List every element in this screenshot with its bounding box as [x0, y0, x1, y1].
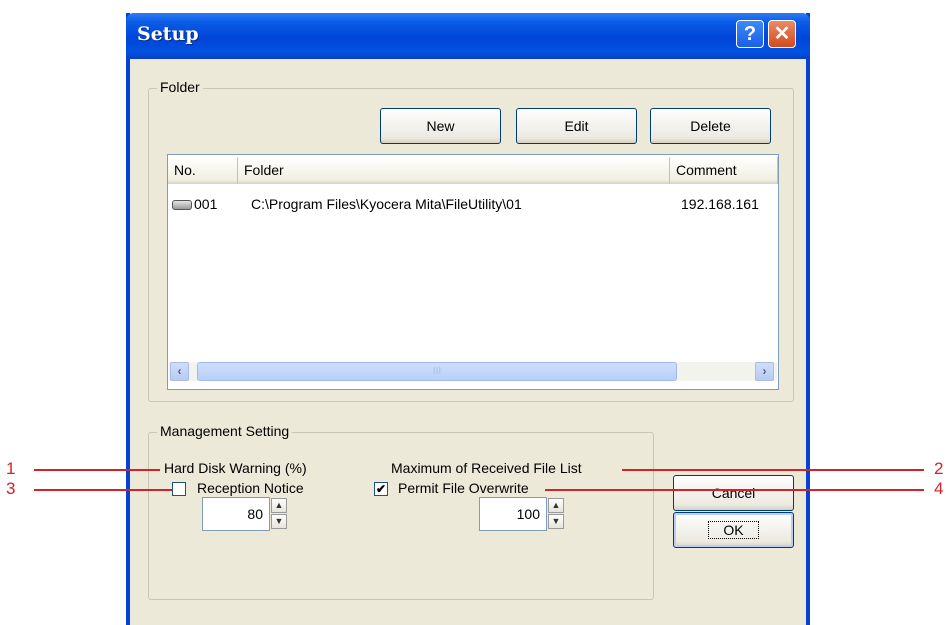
max-received-list-field[interactable]: 100 [479, 497, 547, 531]
edit-button[interactable]: Edit [516, 108, 637, 144]
ok-button[interactable]: OK [673, 512, 794, 548]
hard-disk-warning-up-button[interactable]: ▲ [271, 498, 287, 513]
max-received-list-up-button[interactable]: ▲ [548, 498, 564, 513]
callout-line-3 [34, 489, 172, 491]
hard-disk-warning-label: Hard Disk Warning (%) [164, 460, 307, 476]
callout-number-2: 2 [934, 459, 944, 478]
help-button[interactable]: ? [736, 20, 764, 48]
spin-down-icon: ▼ [551, 516, 561, 526]
max-received-list-label: Maximum of Received File List [391, 460, 582, 476]
max-received-list-down-button[interactable]: ▼ [548, 514, 564, 529]
grip-icon: III [432, 366, 442, 377]
callout-line-4 [545, 489, 924, 491]
row-folder: C:\Program Files\Kyocera Mita\FileUtilit… [251, 196, 522, 212]
reception-notice-checkbox[interactable] [172, 482, 186, 496]
chevron-right-icon: › [762, 364, 767, 378]
column-header-comment[interactable]: Comment [670, 157, 778, 184]
permit-overwrite-label: Permit File Overwrite [398, 480, 529, 496]
folder-list[interactable] [167, 154, 779, 390]
callout-line-1 [34, 469, 160, 471]
drive-icon [172, 200, 192, 210]
callout-number-1: 1 [6, 459, 16, 478]
spin-down-icon: ▼ [274, 516, 284, 526]
column-header-no[interactable]: No. [168, 157, 238, 184]
permit-overwrite-checkbox[interactable]: ✔ [374, 482, 388, 496]
scroll-thumb[interactable]: III [197, 362, 677, 381]
spin-up-icon: ▲ [274, 500, 284, 510]
spin-up-icon: ▲ [551, 500, 561, 510]
row-comment: 192.168.161 [681, 196, 759, 212]
checkmark-icon: ✔ [375, 482, 387, 496]
hard-disk-warning-field[interactable]: 80 [202, 497, 270, 531]
ok-button-label: OK [708, 521, 759, 539]
reception-notice-label: Reception Notice [197, 480, 304, 496]
management-group-legend: Management Setting [157, 423, 293, 439]
callout-number-4: 4 [934, 479, 944, 498]
scroll-left-button[interactable]: ‹ [170, 362, 189, 381]
delete-button[interactable]: Delete [650, 108, 771, 144]
hard-disk-warning-down-button[interactable]: ▼ [271, 514, 287, 529]
scroll-right-button[interactable]: › [755, 362, 774, 381]
cancel-button[interactable]: Cancel [673, 475, 794, 511]
chevron-left-icon: ‹ [177, 364, 182, 378]
help-icon: ? [743, 23, 757, 45]
callout-line-2 [622, 469, 924, 471]
callout-number-3: 3 [6, 479, 16, 498]
column-header-folder[interactable]: Folder [238, 157, 670, 184]
folder-group-legend: Folder [157, 79, 203, 95]
row-no: 001 [194, 196, 218, 212]
title-bar[interactable] [126, 13, 810, 59]
new-button[interactable]: New [380, 108, 501, 144]
close-icon: ✕ [773, 23, 791, 45]
window-title: Setup [137, 23, 199, 45]
close-button[interactable]: ✕ [768, 20, 796, 48]
